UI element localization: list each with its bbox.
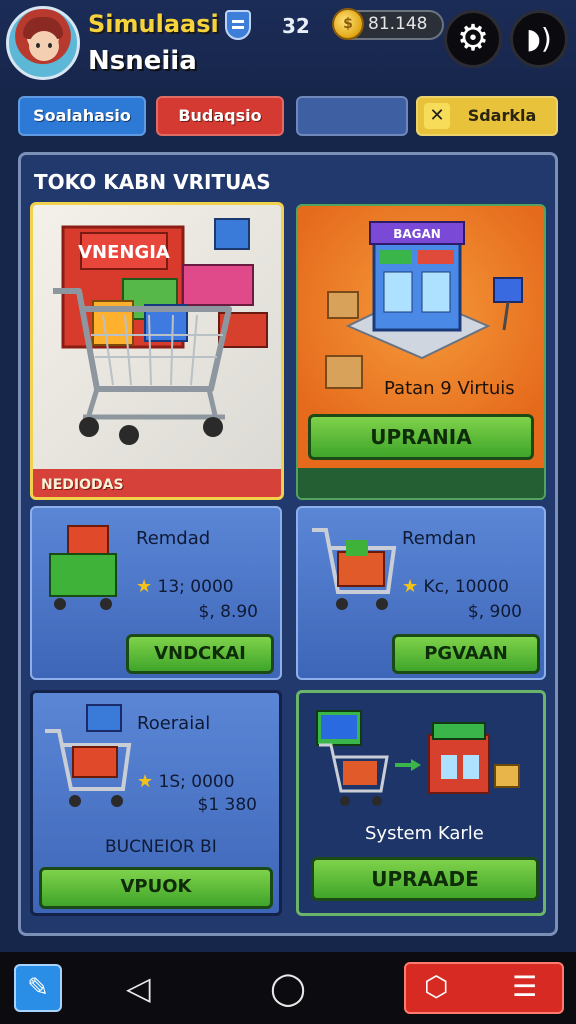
- store-sign-text: VNENGIA: [78, 242, 170, 263]
- cart-illustration: VNENGIA: [33, 205, 281, 469]
- game-title: Simulaasi: [88, 10, 219, 38]
- rank-shield-icon: [225, 10, 251, 40]
- virtual-store-card: BAGAN Patan 9 Virtuis UPRANIA: [296, 204, 546, 500]
- item-stat-value: 13; 0000: [157, 577, 234, 597]
- star-icon: ★: [402, 576, 419, 597]
- item-price: $, 900: [467, 602, 522, 622]
- cart-item-icon: [45, 704, 132, 807]
- edit-icon[interactable]: ✎: [14, 964, 62, 1012]
- item-stat-value: 1S; 0000: [158, 772, 235, 792]
- box-icon[interactable]: ⬡: [424, 970, 448, 1004]
- item-price: $, 8.90: [198, 602, 258, 622]
- coin-icon: $: [332, 8, 364, 40]
- star-icon: ★: [136, 576, 153, 597]
- sound-icon[interactable]: ◗): [510, 10, 568, 68]
- item-card: Remdan ★ Kc, 10000 $, 900 PGVAAN: [296, 506, 546, 680]
- star-icon: ★: [137, 771, 154, 792]
- avatar-eye: [36, 43, 40, 48]
- virtual-store-caption: Patan 9 Virtuis: [384, 378, 515, 399]
- cart-item-icon: [49, 525, 117, 610]
- tab-1[interactable]: Soalahasio: [18, 96, 146, 136]
- item-stat: ★ 1S; 0000: [137, 771, 235, 792]
- coin-amount: 81.148: [368, 14, 428, 34]
- system-caption: System Karle: [365, 823, 484, 844]
- cart-item-icon: [312, 528, 397, 610]
- item-card: Roeraial ★ 1S; 0000 $1 380 BUCNEIOR BI V…: [30, 690, 282, 916]
- back-icon[interactable]: ◁: [126, 968, 151, 1008]
- player-avatar[interactable]: [6, 6, 80, 80]
- item-card: Remdad ★ 13; 0000 $, 8.90 VNDCKAI: [30, 506, 282, 680]
- avatar-eye: [48, 43, 52, 48]
- system-upgrade-button[interactable]: UPRAADE: [311, 857, 539, 901]
- buy-button[interactable]: PGVAAN: [392, 634, 540, 674]
- player-name: Nsneiia: [88, 46, 197, 76]
- card-footer: [298, 468, 544, 498]
- buy-button[interactable]: VPUOK: [39, 867, 273, 909]
- home-icon[interactable]: ◯: [270, 968, 306, 1008]
- item-price: $1 380: [197, 795, 257, 815]
- shopping-cart-icon: VNENGIA: [53, 218, 268, 445]
- list-icon[interactable]: ☰: [512, 970, 537, 1004]
- tools-icon: ✕: [424, 103, 450, 129]
- featured-label: NEDIODAS: [41, 477, 124, 493]
- item-name: Remdad: [136, 528, 211, 549]
- system-upgrade-card: System Karle UPRAADE: [296, 690, 546, 916]
- player-level: 32: [282, 14, 310, 38]
- item-stat: ★ Kc, 10000: [402, 576, 509, 597]
- item-subtitle: BUCNEIOR BI: [105, 837, 217, 857]
- tab-3[interactable]: [296, 96, 408, 136]
- tab-2[interactable]: Budaqsio: [156, 96, 284, 136]
- item-name: Remdan: [402, 528, 477, 549]
- item-stat: ★ 13; 0000: [136, 576, 234, 597]
- featured-cart-card[interactable]: VNENGIA NEDIODAS: [30, 202, 284, 500]
- gear-icon[interactable]: ⚙: [444, 10, 502, 68]
- store-sign-text: BAGAN: [393, 227, 441, 241]
- buy-button[interactable]: VNDCKAI: [126, 634, 274, 674]
- tab-4[interactable]: ✕ Sdarkla: [416, 96, 558, 136]
- tab-4-label: Sdarkla: [467, 106, 537, 125]
- avatar-face: [29, 31, 59, 61]
- item-name: Roeraial: [137, 713, 211, 734]
- system-illustration: [316, 710, 520, 806]
- item-stat-value: Kc, 10000: [423, 577, 509, 597]
- upgrade-store-button[interactable]: UPRANIA: [308, 414, 534, 460]
- store-title: TOKO KABN VRITUAS: [34, 170, 271, 194]
